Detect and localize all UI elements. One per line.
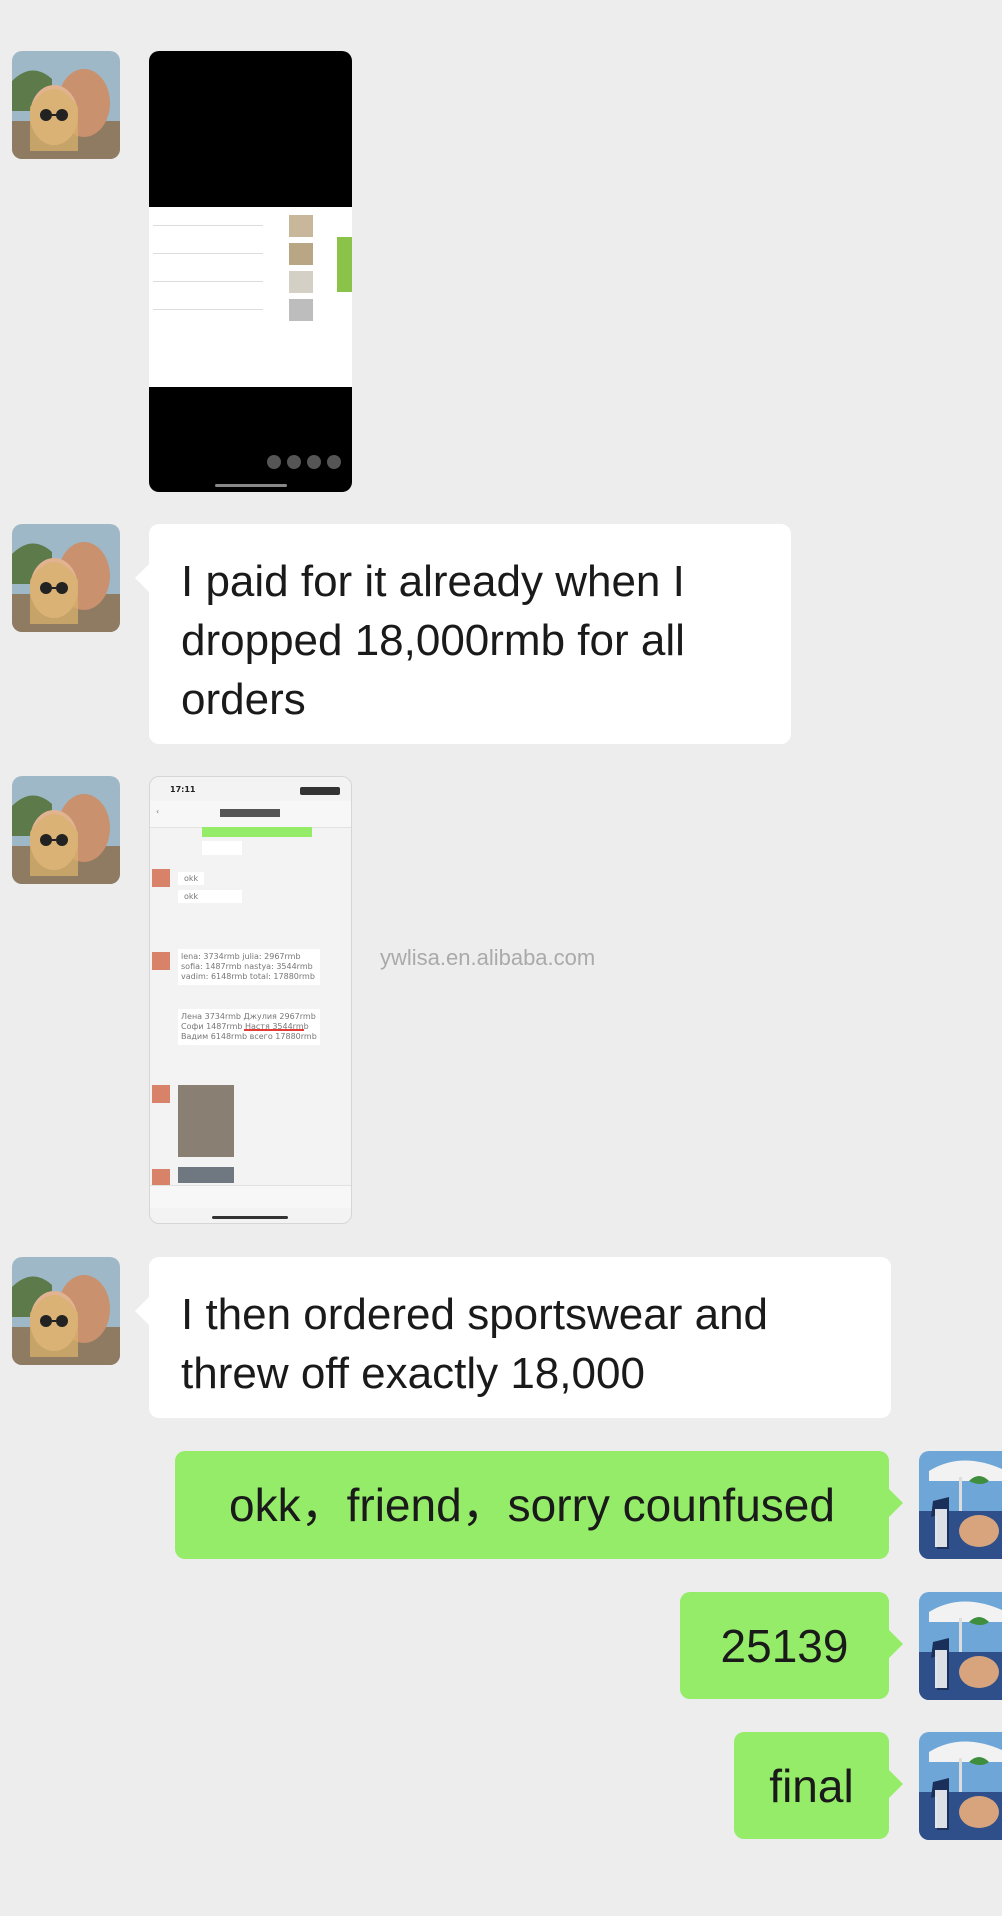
message-text: 25139 [720,1619,849,1672]
video-message[interactable] [149,51,352,492]
back-icon: ‹ [156,807,160,816]
contact-avatar[interactable] [12,1257,120,1365]
my-avatar[interactable] [919,1732,1002,1840]
status-icons [300,787,340,795]
video-controls [267,455,341,469]
more-icon[interactable] [327,455,341,469]
home-indicator [212,1216,288,1219]
my-avatar-photo [919,1451,1002,1559]
my-avatar-photo [919,1592,1002,1700]
video-frame-table [149,207,352,387]
message-text: I then ordered sportswear and threw off … [181,1290,769,1398]
contact-avatar-photo [12,776,120,884]
thumb-text-block: Лена 3734rmb Джулия 2967rmb Софи 1487rmb… [178,1009,320,1045]
contact-avatar-photo [12,1257,120,1365]
menu-icon[interactable] [307,455,321,469]
contact-avatar[interactable] [12,524,120,632]
message-bubble-outgoing[interactable]: okk，friend，sorry counfused [175,1451,903,1559]
copy-icon[interactable] [287,455,301,469]
message-text: okk，friend，sorry counfused [229,1479,835,1531]
message-text: final [769,1759,854,1812]
star-icon[interactable] [267,455,281,469]
message-bubble-outgoing[interactable]: 25139 [680,1592,903,1699]
contact-avatar-photo [12,524,120,632]
message-bubble-outgoing[interactable]: final [734,1732,903,1839]
watermark: ywlisa.en.alibaba.com [380,945,596,970]
thumb-header: ‹ [150,801,351,828]
message-bubble-incoming[interactable]: I then ordered sportswear and threw off … [135,1257,891,1418]
my-avatar[interactable] [919,1592,1002,1700]
home-indicator [215,484,287,487]
my-avatar[interactable] [919,1451,1002,1559]
screenshot-image-message[interactable]: 17:11 ‹ okk okk lena: 3734rmb julia: 296… [149,776,352,1224]
message-bubble-incoming[interactable]: I paid for it already when I dropped 18,… [135,524,791,744]
thumb-reply: okk [178,872,205,885]
message-text: I paid for it already when I dropped 18,… [181,557,685,724]
contact-avatar[interactable] [12,51,120,159]
contact-avatar-photo [12,51,120,159]
thumb-input-bar [150,1185,351,1208]
thumb-reply: okk [178,890,242,903]
status-time: 17:11 [170,785,196,794]
my-avatar-photo [919,1732,1002,1840]
thumb-text-block: lena: 3734rmb julia: 2967rmb sofia: 1487… [178,949,320,985]
contact-avatar[interactable] [12,776,120,884]
